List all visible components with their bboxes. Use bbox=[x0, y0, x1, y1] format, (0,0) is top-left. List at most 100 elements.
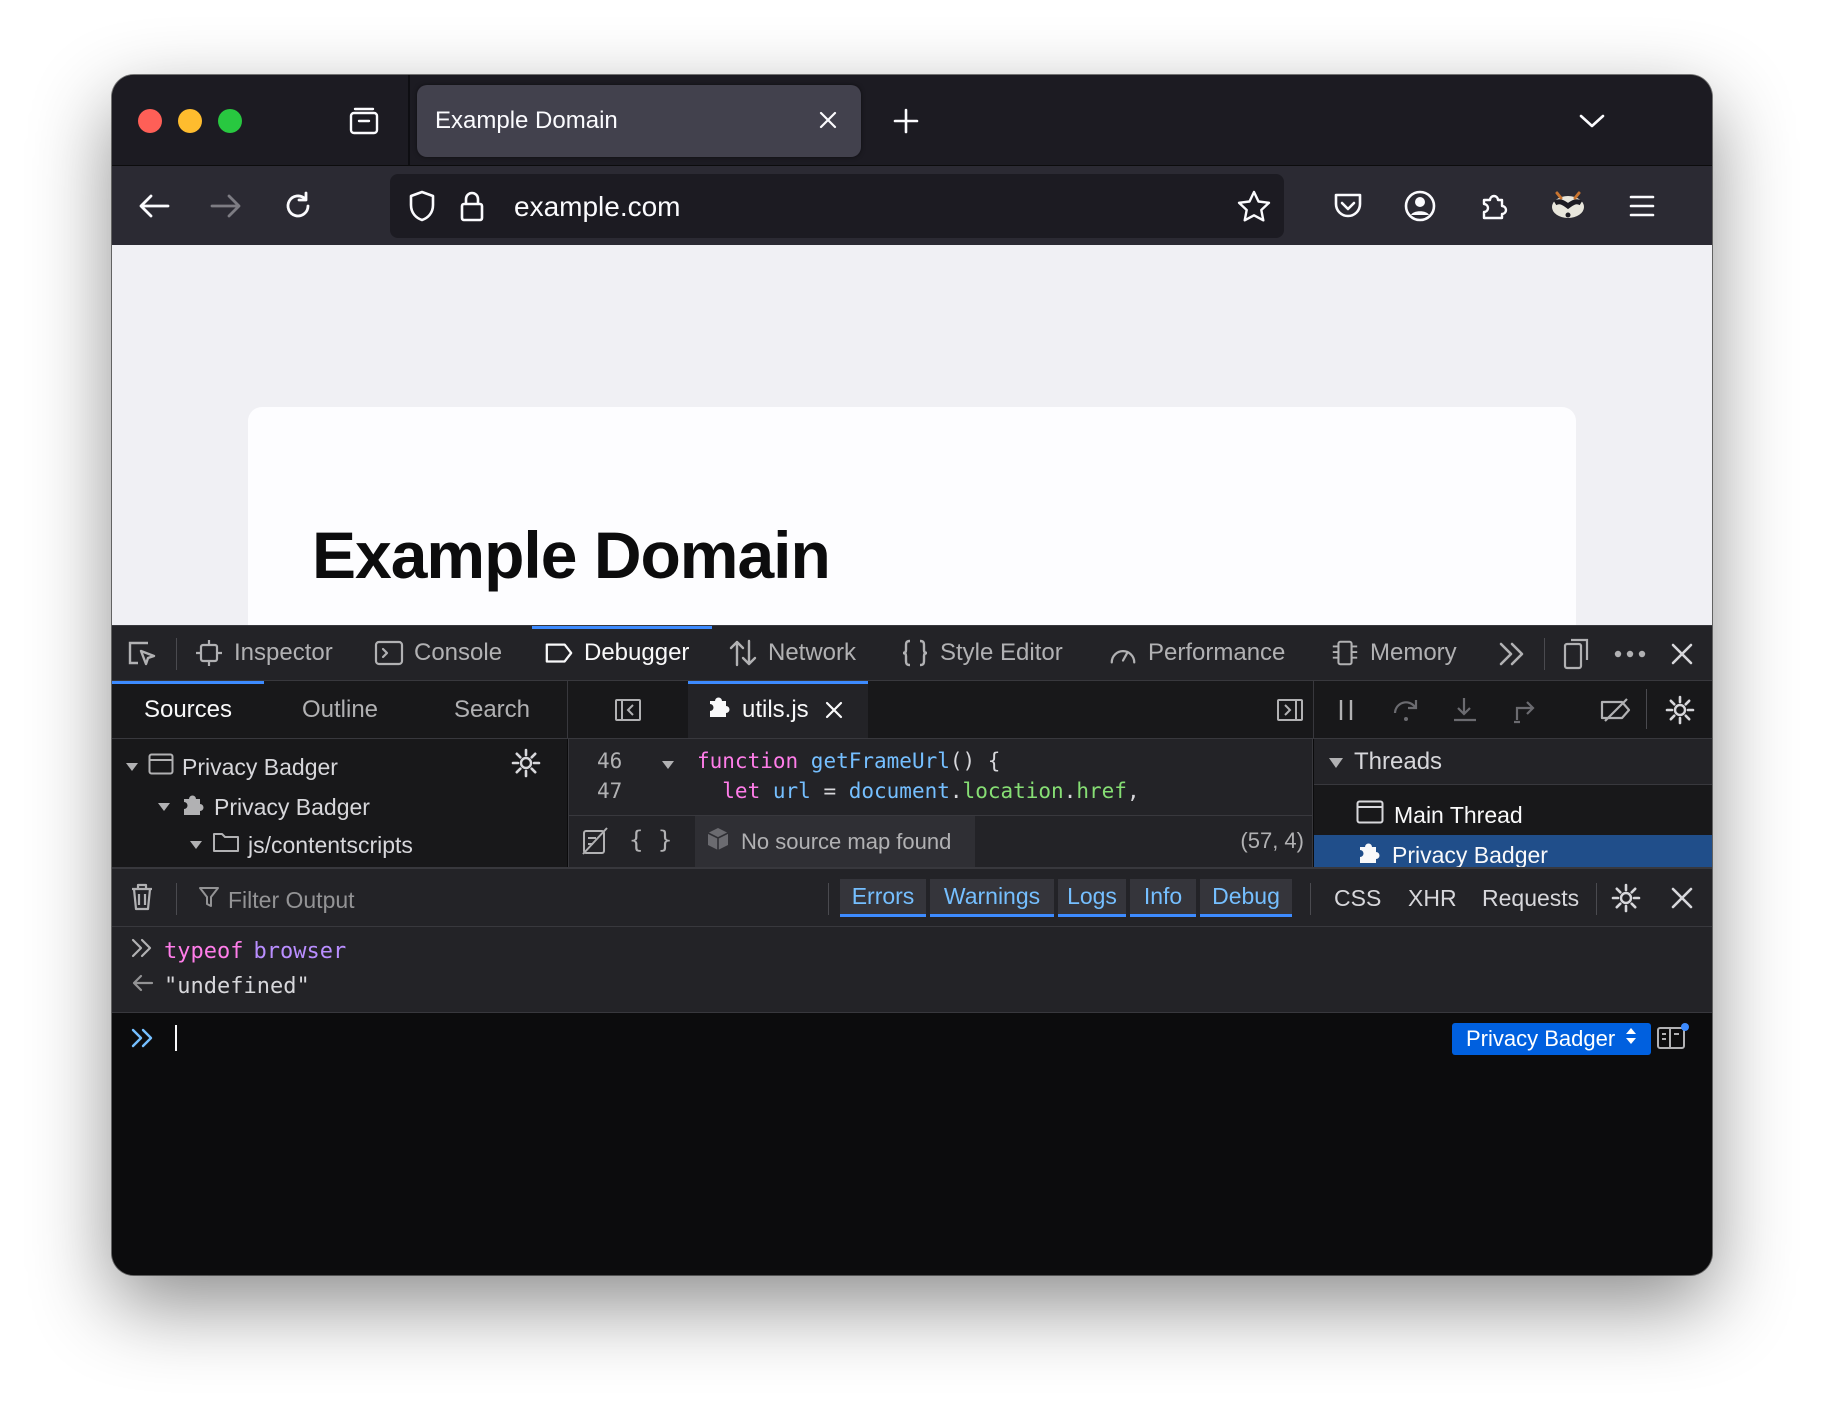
thread-item-privacy-badger[interactable]: Privacy Badger bbox=[1314, 835, 1712, 867]
console-input[interactable]: Privacy Badger bbox=[112, 1013, 1712, 1275]
filter-css-button[interactable]: CSS bbox=[1334, 885, 1381, 912]
pause-icon[interactable] bbox=[1328, 692, 1364, 728]
menu-icon[interactable] bbox=[1618, 182, 1666, 230]
blackbox-source-icon[interactable] bbox=[581, 826, 609, 861]
console-toolbar: Filter Output Errors Warnings Logs Info … bbox=[112, 867, 1712, 927]
code-text: , bbox=[1126, 779, 1140, 803]
deactivate-breakpoints-icon[interactable] bbox=[1598, 692, 1634, 728]
address-bar[interactable]: example.com bbox=[390, 174, 1284, 238]
tab-title: Example Domain bbox=[435, 107, 618, 134]
tab-network[interactable]: Network bbox=[728, 626, 856, 680]
code-line: let url = document.location.href, bbox=[697, 779, 1140, 803]
privacy-badger-icon[interactable] bbox=[1544, 182, 1592, 230]
package-box-icon bbox=[705, 826, 731, 858]
filter-info-button[interactable]: Info bbox=[1130, 879, 1196, 917]
evaluation-context-selector[interactable]: Privacy Badger bbox=[1452, 1023, 1652, 1055]
echo-identifier: browser bbox=[253, 938, 347, 964]
content-card: Example Domain bbox=[248, 407, 1576, 625]
gear-icon[interactable] bbox=[1608, 880, 1644, 916]
filter-placeholder: Filter Output bbox=[228, 886, 355, 913]
forward-arrow-icon[interactable] bbox=[202, 182, 250, 230]
tree-item[interactable]: Privacy Badger bbox=[124, 753, 338, 781]
thread-label: Privacy Badger bbox=[1392, 841, 1548, 868]
close-icon[interactable] bbox=[813, 105, 843, 135]
thread-item-main[interactable]: Main Thread bbox=[1314, 795, 1712, 835]
code-editor[interactable]: 46 47 function getFrameUrl() { let url =… bbox=[568, 739, 1313, 867]
more-tools-chevrons-icon[interactable] bbox=[1494, 636, 1530, 672]
step-over-icon[interactable] bbox=[1388, 692, 1424, 728]
tab-sources[interactable]: Sources bbox=[112, 681, 264, 738]
cursor-position: (57, 4) bbox=[1240, 828, 1304, 853]
threads-header[interactable]: Threads bbox=[1314, 739, 1712, 785]
code-text: = bbox=[810, 779, 849, 803]
debugger-icon bbox=[544, 638, 574, 668]
tab-label: Memory bbox=[1370, 639, 1457, 666]
tree-item[interactable]: js/contentscripts bbox=[188, 831, 413, 859]
filter-debug-button[interactable]: Debug bbox=[1200, 879, 1292, 917]
browser-tab-active[interactable]: Example Domain bbox=[417, 85, 861, 157]
tab-label: Console bbox=[414, 639, 503, 666]
more-options-icon[interactable] bbox=[1612, 636, 1648, 672]
tab-search[interactable]: Search bbox=[416, 681, 568, 738]
step-out-icon[interactable] bbox=[1508, 692, 1544, 728]
filter-output-input[interactable]: Filter Output bbox=[198, 885, 355, 915]
close-split-console-icon[interactable] bbox=[1664, 880, 1700, 916]
filter-warnings-button[interactable]: Warnings bbox=[930, 879, 1054, 917]
folder-icon bbox=[212, 831, 240, 859]
fold-triangle-icon[interactable] bbox=[661, 757, 675, 775]
filter-xhr-button[interactable]: XHR bbox=[1408, 885, 1457, 912]
tab-label: Style Editor bbox=[940, 639, 1063, 666]
responsive-design-icon[interactable] bbox=[1558, 636, 1594, 672]
source-map-status: No source map found bbox=[695, 816, 975, 867]
tab-inspector[interactable]: Inspector bbox=[194, 626, 333, 680]
filter-errors-button[interactable]: Errors bbox=[840, 879, 926, 917]
sources-tree: Privacy Badger Privacy Badger js/content… bbox=[112, 739, 567, 867]
pretty-print-braces-icon[interactable]: { } bbox=[629, 826, 672, 854]
filter-logs-button[interactable]: Logs bbox=[1058, 879, 1126, 917]
url-text[interactable]: example.com bbox=[514, 191, 681, 223]
back-arrow-icon[interactable] bbox=[130, 182, 178, 230]
star-icon[interactable] bbox=[1234, 186, 1274, 226]
gear-icon[interactable] bbox=[508, 745, 544, 781]
tab-memory[interactable]: Memory bbox=[1330, 626, 1457, 680]
trash-icon[interactable] bbox=[124, 879, 160, 915]
filter-requests-button[interactable]: Requests bbox=[1482, 885, 1579, 912]
code-text: () { bbox=[949, 749, 1001, 773]
tracking-protection-shield-icon[interactable] bbox=[402, 186, 442, 226]
tab-outline[interactable]: Outline bbox=[264, 681, 416, 738]
gear-icon[interactable] bbox=[1662, 692, 1698, 728]
tab-style-editor[interactable]: Style Editor bbox=[900, 626, 1063, 680]
tab-console[interactable]: Console bbox=[374, 626, 502, 680]
toggle-sources-pane-icon[interactable] bbox=[610, 692, 646, 728]
window-close-button[interactable] bbox=[138, 109, 162, 133]
window-icon bbox=[148, 753, 174, 781]
tree-item[interactable]: Privacy Badger bbox=[156, 791, 370, 823]
inspector-icon bbox=[194, 638, 224, 668]
tab-debugger[interactable]: Debugger bbox=[532, 626, 712, 680]
toggle-breakpoints-pane-icon[interactable] bbox=[1272, 692, 1308, 728]
plus-icon[interactable] bbox=[886, 101, 926, 141]
close-devtools-icon[interactable] bbox=[1664, 636, 1700, 672]
account-icon[interactable] bbox=[1396, 182, 1444, 230]
console-result: "undefined" bbox=[130, 973, 310, 999]
step-in-icon[interactable] bbox=[1448, 692, 1484, 728]
tab-performance[interactable]: Performance bbox=[1108, 626, 1285, 680]
window-icon bbox=[1356, 800, 1384, 830]
element-picker-icon[interactable] bbox=[124, 636, 160, 672]
echo-keyword: typeof bbox=[164, 938, 244, 964]
lock-icon[interactable] bbox=[454, 186, 490, 226]
line-number[interactable]: 47 bbox=[597, 779, 622, 803]
firefox-view-icon[interactable] bbox=[344, 101, 384, 141]
page-heading: Example Domain bbox=[312, 518, 831, 592]
editor-tab-utils-js[interactable]: utils.js bbox=[688, 681, 868, 738]
chevron-down-icon[interactable] bbox=[1572, 101, 1612, 141]
window-minimize-button[interactable] bbox=[178, 109, 202, 133]
extensions-puzzle-icon[interactable] bbox=[1470, 182, 1518, 230]
close-icon[interactable] bbox=[825, 701, 843, 719]
pocket-icon[interactable] bbox=[1324, 182, 1372, 230]
editor-mode-toggle-icon[interactable] bbox=[1654, 1019, 1690, 1055]
tab-label: Network bbox=[768, 639, 857, 666]
window-maximize-button[interactable] bbox=[218, 109, 242, 133]
line-number[interactable]: 46 bbox=[597, 749, 622, 773]
reload-icon[interactable] bbox=[274, 182, 322, 230]
